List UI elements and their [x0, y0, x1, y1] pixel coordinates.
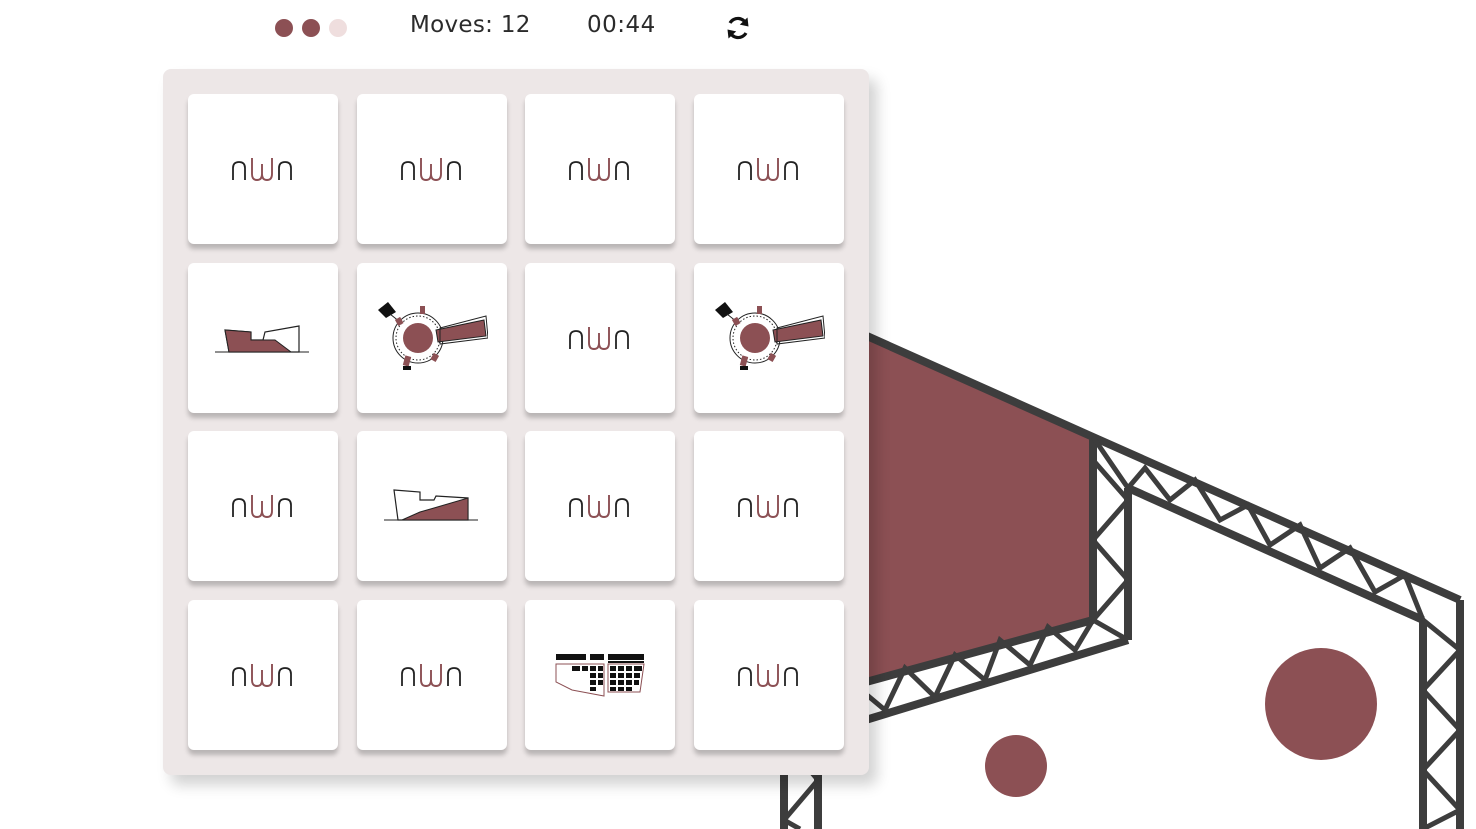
nwn-logo-icon: [737, 491, 801, 521]
status-bar: Moves: 12 00:44: [0, 0, 1476, 56]
card-hidden[interactable]: [525, 262, 676, 413]
card-hidden[interactable]: [356, 94, 507, 244]
bg-circle-small: [985, 735, 1047, 797]
nwn-logo-icon: [737, 154, 801, 184]
bg-circle-large: [1265, 648, 1377, 760]
nwn-logo-icon: [231, 154, 295, 184]
card-hidden[interactable]: [188, 600, 338, 751]
refresh-icon: [727, 16, 749, 40]
card-hidden[interactable]: [356, 600, 507, 751]
radial-plan-icon: [713, 301, 826, 374]
card-open[interactable]: [525, 600, 676, 751]
building-section-outline-icon: [383, 486, 480, 526]
card-hidden[interactable]: [694, 600, 845, 751]
nwn-logo-icon: [400, 154, 464, 184]
radial-plan-icon: [376, 301, 488, 374]
star-filled-icon: [302, 19, 320, 37]
card-open[interactable]: [188, 262, 338, 413]
restart-button[interactable]: [724, 14, 752, 42]
card-hidden[interactable]: [694, 431, 845, 582]
star-rating: [275, 19, 347, 37]
card-open[interactable]: [356, 431, 507, 582]
nwn-logo-icon: [568, 491, 632, 521]
nwn-logo-icon: [400, 660, 464, 690]
star-empty-icon: [329, 19, 347, 37]
card-open[interactable]: [694, 262, 845, 413]
star-filled-icon: [275, 19, 293, 37]
nwn-logo-icon: [568, 323, 632, 353]
truss-chord: [1126, 484, 1425, 624]
card-hidden[interactable]: [525, 94, 676, 244]
nwn-logo-icon: [737, 660, 801, 690]
moves-counter: Moves: 12: [410, 12, 531, 38]
card-open[interactable]: [356, 262, 507, 413]
nwn-logo-icon: [231, 660, 295, 690]
card-hidden[interactable]: [694, 94, 845, 244]
game-board: [163, 69, 869, 775]
building-section-dark-icon: [215, 318, 311, 358]
timer: 00:44: [587, 12, 656, 38]
nwn-logo-icon: [568, 154, 632, 184]
card-hidden[interactable]: [525, 431, 676, 582]
card-hidden[interactable]: [188, 431, 338, 582]
nwn-logo-icon: [231, 491, 295, 521]
facade-grid-icon: [552, 652, 648, 698]
card-hidden[interactable]: [188, 94, 338, 244]
